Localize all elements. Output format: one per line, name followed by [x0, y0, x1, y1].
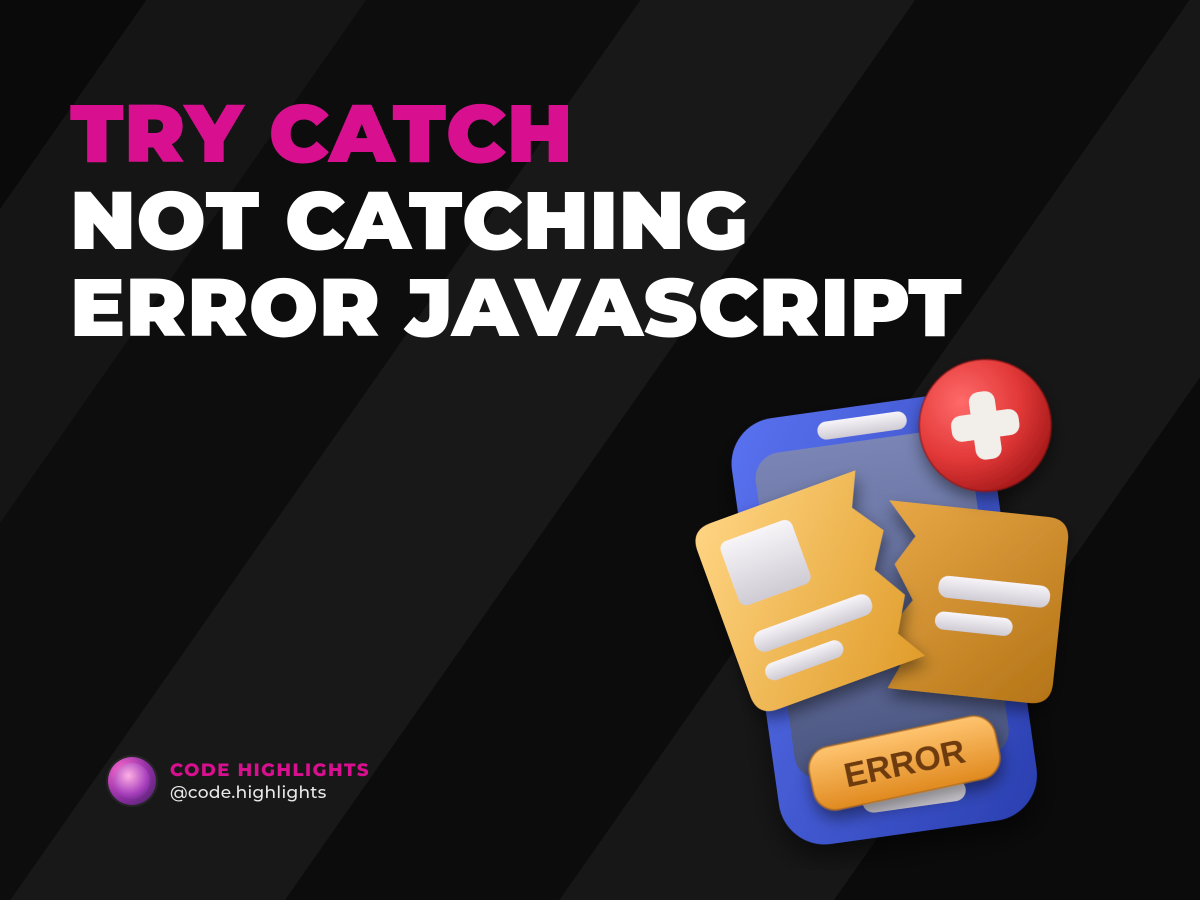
error-illustration: ERROR: [620, 350, 1140, 870]
byline-text: CODE HIGHLIGHTS @code.highlights: [170, 759, 370, 803]
headline-line-2: NOT CATCHING: [70, 177, 1140, 264]
headline-block: TRY CATCH NOT CATCHING ERROR JAVASCRIPT: [70, 90, 1140, 351]
avatar: [108, 757, 156, 805]
headline-line-3: ERROR JAVASCRIPT: [70, 264, 1140, 351]
headline-line-1: TRY CATCH: [70, 90, 1140, 177]
byline: CODE HIGHLIGHTS @code.highlights: [108, 757, 370, 805]
brand-handle: @code.highlights: [170, 783, 370, 803]
brand-name: CODE HIGHLIGHTS: [170, 759, 370, 781]
